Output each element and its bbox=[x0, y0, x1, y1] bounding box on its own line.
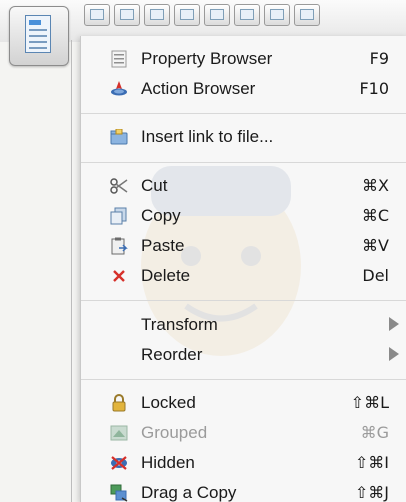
padlock-icon bbox=[110, 394, 128, 412]
group-icon bbox=[110, 424, 128, 442]
toolbar-glyph-icon bbox=[270, 9, 284, 20]
menu-item-copy[interactable]: Copy ⌘C bbox=[81, 201, 406, 231]
menu-item-locked[interactable]: Locked ⇧⌘L bbox=[81, 388, 406, 418]
toolbar-button[interactable] bbox=[234, 4, 260, 26]
menu-item-shortcut: ⌘G bbox=[360, 423, 389, 442]
toolbar-glyph-icon bbox=[120, 9, 134, 20]
menu-item-action-browser[interactable]: Action Browser F10 bbox=[81, 74, 406, 104]
toolbar-glyph-icon bbox=[240, 9, 254, 20]
menu-item-label: Reorder bbox=[141, 345, 203, 364]
folder-link-icon bbox=[110, 128, 128, 146]
toolbar-button[interactable] bbox=[144, 4, 170, 26]
menu-item-label: Hidden bbox=[141, 453, 195, 472]
toolbar-glyph-icon bbox=[180, 9, 194, 20]
menu-item-shortcut: ⇧⌘L bbox=[350, 393, 389, 412]
toolbar-glyph-icon bbox=[210, 9, 224, 20]
menu-item-label: Locked bbox=[141, 393, 196, 412]
toolbar-button[interactable] bbox=[264, 4, 290, 26]
menu-item-cut[interactable]: Cut ⌘X bbox=[81, 171, 406, 201]
menu-item-shortcut: ⇧⌘J bbox=[354, 483, 389, 502]
menu-item-paste[interactable]: Paste ⌘V bbox=[81, 231, 406, 261]
menu-item-shortcut: ⌘X bbox=[362, 176, 389, 195]
toolbar-glyph-icon bbox=[150, 9, 164, 20]
scissors-icon bbox=[110, 177, 128, 195]
menu-separator bbox=[81, 300, 406, 301]
menu-item-reorder[interactable]: Reorder bbox=[81, 340, 406, 370]
menu-item-label: Insert link to file... bbox=[141, 127, 274, 146]
menu-item-label: Drag a Copy bbox=[141, 483, 237, 502]
menu-item-label: Cut bbox=[141, 176, 168, 195]
menu-separator bbox=[81, 113, 406, 114]
drag-copy-icon bbox=[110, 484, 128, 502]
toolbar-glyph-icon bbox=[300, 9, 314, 20]
menu-separator bbox=[81, 379, 406, 380]
toolbar-button[interactable] bbox=[114, 4, 140, 26]
menu-item-transform[interactable]: Transform bbox=[81, 310, 406, 340]
menu-item-drag-a-copy[interactable]: Drag a Copy ⇧⌘J bbox=[81, 478, 406, 502]
menu-item-label: Transform bbox=[141, 315, 218, 334]
menu-item-label: Delete bbox=[141, 266, 191, 285]
toolbar-button[interactable] bbox=[84, 4, 110, 26]
delete-x-icon bbox=[110, 267, 128, 285]
menu-separator bbox=[81, 162, 406, 163]
canvas-edge bbox=[71, 40, 72, 502]
menu-item-shortcut: F9 bbox=[369, 49, 389, 68]
menu-item-label: Grouped bbox=[141, 423, 208, 442]
menu-item-shortcut: ⌘V bbox=[362, 236, 389, 255]
menu-item-label: Paste bbox=[141, 236, 185, 255]
toolbar-button[interactable] bbox=[204, 4, 230, 26]
toolbar-button[interactable] bbox=[294, 4, 320, 26]
hidden-eye-icon bbox=[110, 454, 128, 472]
menu-item-insert-link[interactable]: Insert link to file... bbox=[81, 122, 406, 152]
menu-item-label: Copy bbox=[141, 206, 181, 225]
action-icon bbox=[110, 80, 128, 98]
toolbar-glyph-icon bbox=[90, 9, 104, 20]
document-page-icon bbox=[25, 15, 51, 53]
submenu-arrow-icon bbox=[389, 347, 399, 361]
menu-item-label: Action Browser bbox=[141, 79, 256, 98]
menu-item-label: Property Browser bbox=[141, 49, 273, 68]
context-menu: Property Browser F9 Action Browser F10 I… bbox=[80, 36, 406, 502]
menu-item-property-browser[interactable]: Property Browser F9 bbox=[81, 44, 406, 74]
menu-item-delete[interactable]: Delete Del bbox=[81, 261, 406, 291]
menu-item-hidden[interactable]: Hidden ⇧⌘I bbox=[81, 448, 406, 478]
document-stack-icon[interactable] bbox=[9, 6, 69, 66]
menu-item-shortcut: ⌘C bbox=[361, 206, 389, 225]
menu-item-grouped: Grouped ⌘G bbox=[81, 418, 406, 448]
property-sheet-icon bbox=[110, 50, 128, 68]
menu-item-shortcut: Del bbox=[362, 266, 389, 285]
submenu-arrow-icon bbox=[389, 317, 399, 331]
paste-icon bbox=[110, 237, 128, 255]
menu-item-shortcut: ⇧⌘I bbox=[354, 453, 389, 472]
copy-icon bbox=[110, 207, 128, 225]
menu-item-shortcut: F10 bbox=[359, 79, 389, 98]
toolbar-button[interactable] bbox=[174, 4, 200, 26]
